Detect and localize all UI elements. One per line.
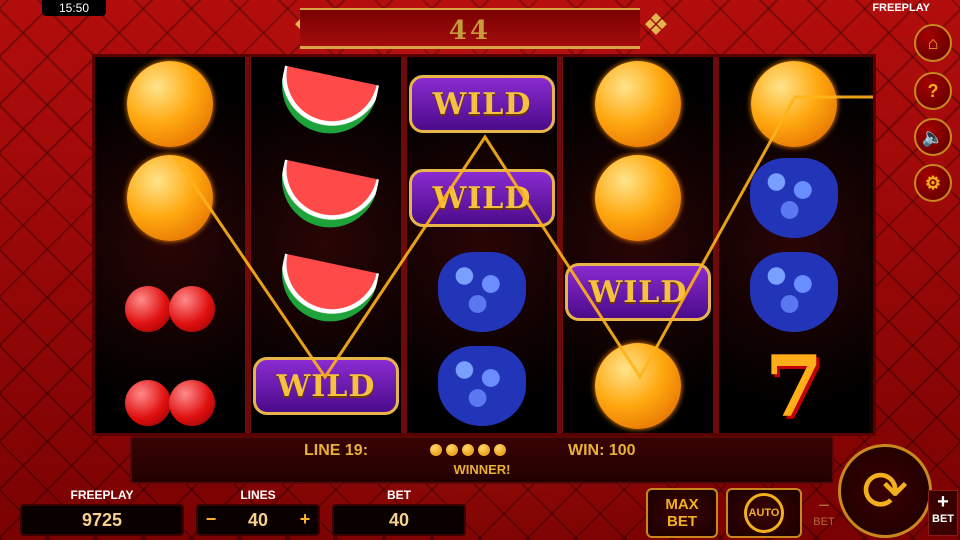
coin-icon: [446, 444, 458, 456]
home-button[interactable]: ⌂: [914, 24, 952, 62]
bet-box: 40: [332, 504, 466, 536]
ornament-right-icon: ❖: [642, 9, 670, 42]
lines-box: − 40 +: [196, 504, 320, 536]
coin-icon: [494, 444, 506, 456]
bet-minus-label: BET: [813, 516, 835, 528]
home-icon: ⌂: [927, 32, 939, 53]
max-bet-button[interactable]: MAX BET: [646, 488, 718, 538]
auto-button[interactable]: AUTO: [726, 488, 802, 538]
bet-plus-button[interactable]: + BET: [928, 490, 958, 536]
auto-label: AUTO: [748, 507, 780, 519]
bet-minus-button[interactable]: − BET: [810, 496, 838, 536]
spin-button[interactable]: ⟳: [838, 444, 932, 538]
credit-value: 9725: [81, 510, 123, 530]
gear-icon: ⚙: [924, 172, 942, 193]
lines-plus-button[interactable]: +: [294, 506, 316, 532]
auto-icon: AUTO: [744, 493, 784, 533]
max-bet-line1: MAX: [665, 496, 699, 513]
bet-label: BET: [387, 488, 411, 502]
top-banner: 44: [300, 8, 640, 49]
sound-off-icon: 🔈: [921, 126, 945, 147]
settings-button[interactable]: ⚙: [914, 164, 952, 202]
credit-label: FREEPLAY: [70, 488, 134, 502]
mode-label: FREEPLAY: [872, 2, 930, 14]
spin-icon: ⟳: [861, 459, 909, 522]
help-button[interactable]: ?: [914, 72, 952, 110]
clock: 15:50: [42, 0, 106, 16]
line-label: LINE 19:: [304, 442, 369, 459]
lines-value: 40: [247, 510, 269, 530]
bet-minus-symbol: −: [818, 495, 830, 517]
reel-area: WILD WILD WILD WILD 7: [92, 54, 876, 436]
lines-minus-button[interactable]: −: [200, 506, 222, 532]
bet-plus-symbol: +: [937, 491, 949, 513]
winner-message: WINNER!: [453, 462, 511, 477]
win-panel: LINE 19: WIN: 100 WINNER!: [130, 436, 834, 484]
win-amount: WIN: 100: [568, 442, 636, 459]
coin-icon: [430, 444, 442, 456]
max-bet-line2: BET: [667, 513, 697, 530]
winning-payline: [173, 95, 873, 380]
bet-plus-label: BET: [932, 513, 954, 525]
coin-icon: [478, 444, 490, 456]
bet-value: 40: [388, 510, 410, 530]
help-icon: ?: [927, 80, 939, 101]
line-coins: [430, 444, 506, 456]
sound-button[interactable]: 🔈: [914, 118, 952, 156]
credit-box: 9725: [20, 504, 184, 536]
coin-icon: [462, 444, 474, 456]
banner-value: 44: [448, 16, 492, 46]
lines-label: LINES: [240, 488, 276, 502]
